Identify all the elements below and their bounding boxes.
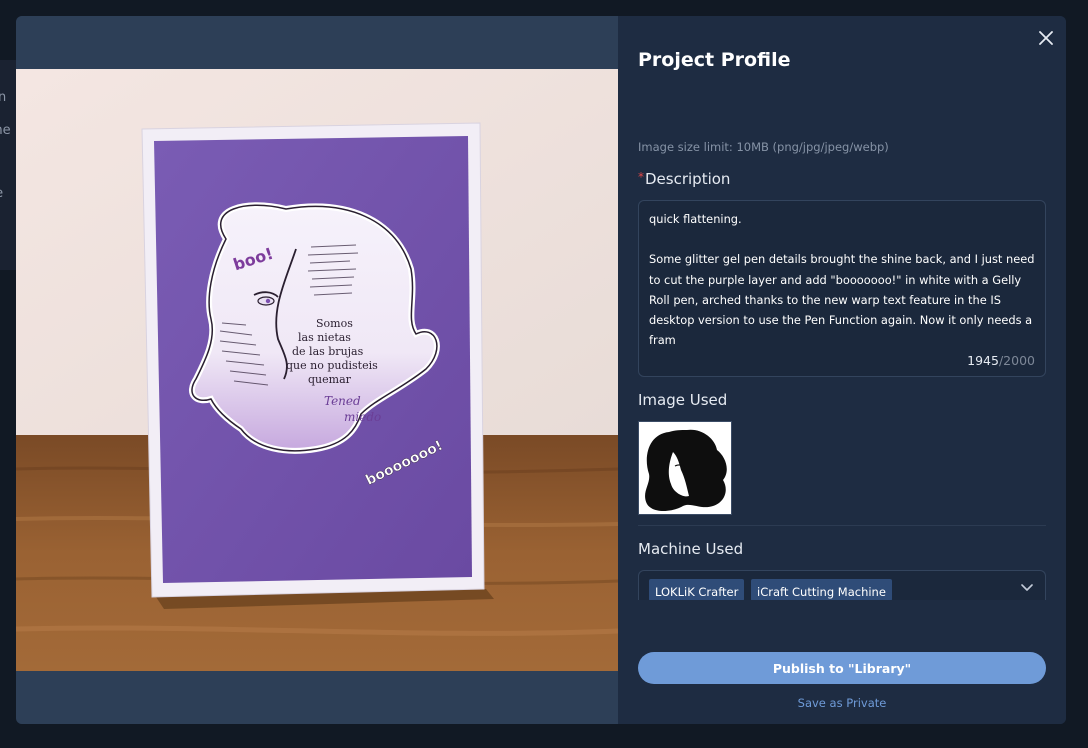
character-count: 1945 [967, 353, 999, 368]
save-as-private-link[interactable]: Save as Private [618, 696, 1066, 710]
svg-text:Somos: Somos [316, 317, 353, 330]
required-marker: * [638, 170, 644, 184]
image-used-thumbnail[interactable] [638, 421, 732, 515]
panel-title: Project Profile [638, 49, 791, 71]
svg-text:Tened: Tened [324, 394, 361, 408]
svg-text:de las brujas: de las brujas [292, 345, 364, 358]
image-used-label: Image Used [638, 391, 728, 409]
chevron-down-icon[interactable] [1021, 583, 1033, 593]
character-max: /2000 [998, 353, 1035, 368]
background-sidebar-item: me [0, 123, 11, 138]
image-preview-pane: boo! Somos las nietas de las brujas que … [16, 16, 618, 724]
svg-text:las nietas: las nietas [298, 331, 351, 344]
publish-button[interactable]: Publish to "Library" [638, 652, 1046, 684]
character-counter: 1945/2000 [967, 353, 1035, 368]
machine-tag[interactable]: iCraft Cutting Machine [751, 579, 892, 600]
project-profile-modal: boo! Somos las nietas de las brujas que … [16, 16, 1066, 724]
project-details-panel: Project Profile Image size limit: 10MB (… [618, 16, 1066, 724]
svg-text:miedo: miedo [344, 410, 381, 424]
close-icon[interactable] [1034, 26, 1058, 50]
description-text[interactable]: quick flattening. Some glitter gel pen d… [649, 209, 1039, 349]
svg-text:que no pudisteis: que no pudisteis [286, 359, 378, 372]
description-textarea[interactable]: quick flattening. Some glitter gel pen d… [638, 200, 1046, 377]
machine-used-label: Machine Used [638, 540, 744, 558]
background-sidebar-item: t [0, 154, 16, 169]
svg-text:quemar: quemar [308, 373, 352, 386]
machine-tag[interactable]: LOKLiK Crafter [649, 579, 745, 600]
background-sidebar-item: te [0, 186, 16, 201]
machine-select[interactable]: LOKLiK Crafter iCraft Cutting Machine [638, 570, 1046, 600]
section-divider [638, 525, 1046, 526]
image-size-limit-text: Image size limit: 10MB (png/jpg/jpeg/web… [638, 140, 889, 154]
description-label: *Description [638, 170, 730, 188]
project-photo: boo! Somos las nietas de las brujas que … [16, 69, 618, 671]
description-label-text: Description [645, 170, 731, 188]
background-sidebar-item: en [0, 90, 7, 105]
